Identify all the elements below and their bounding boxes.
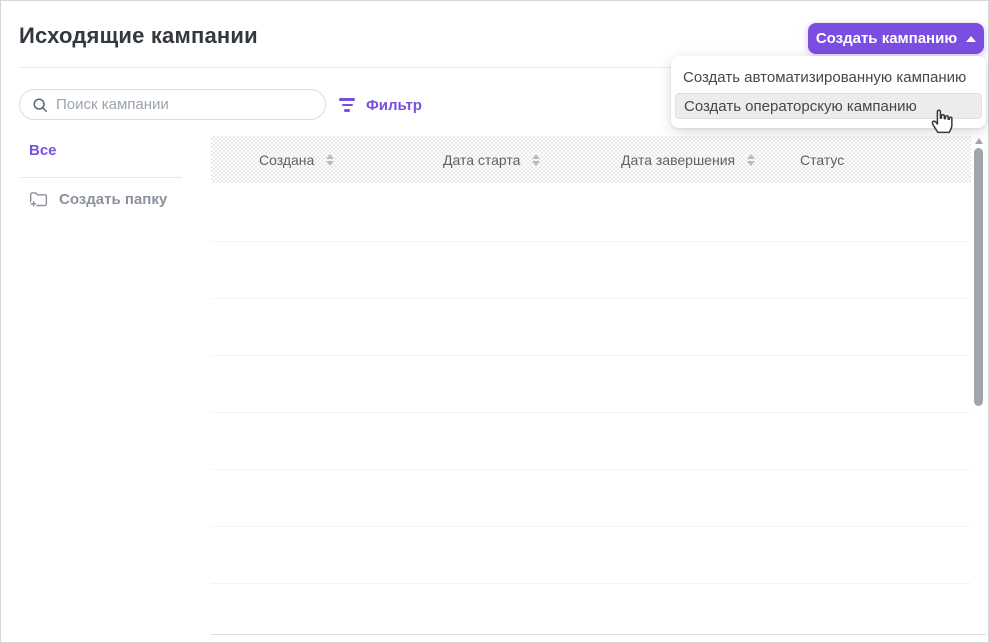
sort-arrows-icon[interactable] — [747, 154, 755, 166]
filter-button[interactable]: Фильтр — [339, 93, 422, 117]
table-bottom-border — [211, 634, 986, 635]
table-header: Создана Дата старта Дата завершения Стат… — [211, 136, 971, 183]
scroll-up-arrow-icon[interactable] — [975, 138, 983, 144]
row-divider — [211, 526, 971, 527]
column-header-end-date[interactable]: Дата завершения — [621, 136, 755, 183]
create-folder-label: Создать папку — [59, 191, 167, 208]
row-divider — [211, 412, 971, 413]
sort-arrows-icon[interactable] — [326, 154, 334, 166]
row-divider — [211, 469, 971, 470]
row-divider — [211, 355, 971, 356]
page-title: Исходящие кампании — [19, 23, 258, 49]
sort-arrows-icon[interactable] — [532, 154, 540, 166]
row-divider — [211, 583, 971, 584]
sidebar-divider — [21, 177, 182, 178]
column-label: Создана — [259, 152, 314, 168]
create-folder-button[interactable]: Создать папку — [29, 191, 167, 208]
create-campaign-menu: Создать автоматизированную кампанию Созд… — [671, 56, 986, 128]
menu-item-create-automated-campaign[interactable]: Создать автоматизированную кампанию — [671, 62, 986, 93]
row-divider — [211, 241, 971, 242]
scrollbar-thumb[interactable] — [974, 148, 983, 406]
column-label: Дата завершения — [621, 152, 735, 168]
search-icon — [32, 97, 48, 113]
row-divider — [211, 298, 971, 299]
column-header-created[interactable]: Создана — [259, 136, 334, 183]
vertical-scrollbar[interactable] — [973, 134, 985, 634]
column-label: Статус — [800, 152, 844, 168]
column-header-start-date[interactable]: Дата старта — [443, 136, 540, 183]
create-campaign-button[interactable]: Создать кампанию — [808, 23, 984, 54]
column-label: Дата старта — [443, 152, 520, 168]
filter-label: Фильтр — [366, 97, 422, 114]
menu-item-create-operator-campaign[interactable]: Создать операторскую кампанию — [675, 93, 982, 119]
column-header-status: Статус — [800, 136, 844, 183]
create-campaign-button-label: Создать кампанию — [816, 30, 957, 47]
sidebar-item-all[interactable]: Все — [29, 142, 57, 159]
folder-plus-icon — [29, 191, 48, 208]
campaign-search — [19, 89, 326, 120]
search-input[interactable] — [56, 96, 313, 113]
filter-icon — [339, 98, 355, 112]
caret-up-icon — [966, 36, 976, 42]
